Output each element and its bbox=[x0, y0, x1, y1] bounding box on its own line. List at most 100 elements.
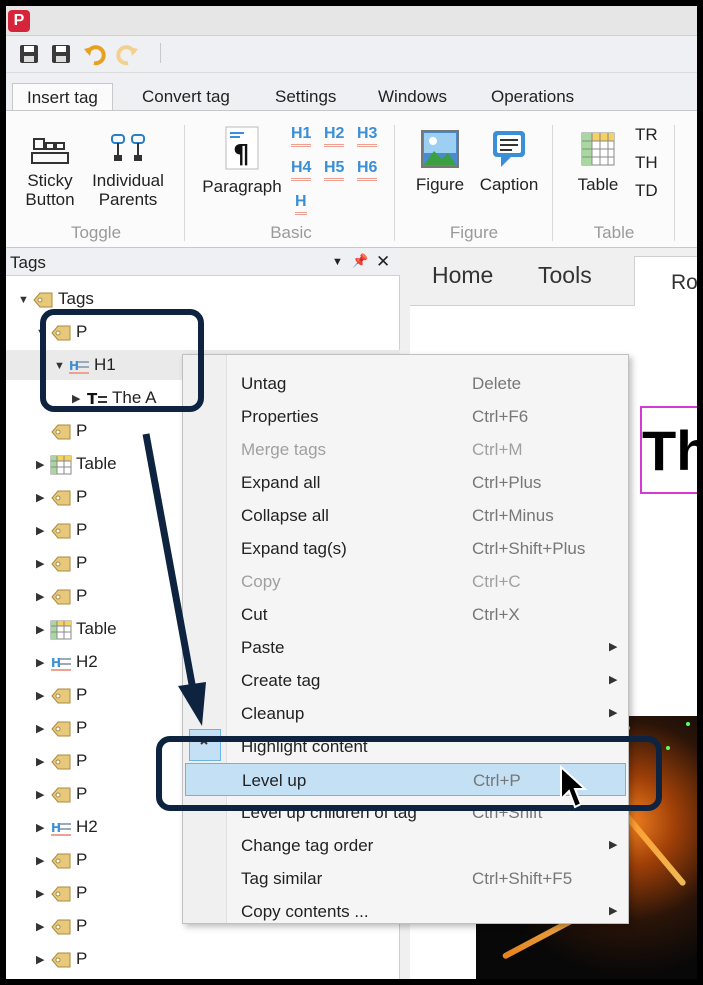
individual-parents-button[interactable]: Individual Parents bbox=[86, 133, 170, 209]
ribbon-separator bbox=[184, 125, 185, 241]
collapsed-arrow-icon[interactable]: ▶ bbox=[36, 714, 50, 744]
collapsed-arrow-icon[interactable]: ▶ bbox=[36, 747, 50, 777]
tree-item[interactable]: ▶ P bbox=[36, 779, 87, 809]
mouse-cursor-icon bbox=[560, 765, 588, 809]
tree-item[interactable]: P bbox=[36, 416, 87, 446]
menu-item-label: Copy bbox=[241, 572, 281, 591]
collapsed-arrow-icon[interactable]: ▶ bbox=[36, 483, 50, 513]
tree-item[interactable]: ▶ H H2 bbox=[36, 812, 98, 842]
td-button[interactable]: TD bbox=[635, 181, 658, 201]
tree-item[interactable]: ▶ H H2 bbox=[36, 647, 98, 677]
tab-home[interactable]: Home bbox=[432, 262, 493, 289]
save-icon[interactable] bbox=[16, 41, 42, 67]
tree-item[interactable]: ▶ P bbox=[36, 911, 87, 941]
tree-item[interactable]: ▶ P bbox=[36, 548, 87, 578]
tab-convert-tag[interactable]: Convert tag bbox=[128, 83, 244, 111]
menu-item-collapse-all[interactable]: Collapse all Ctrl+Minus bbox=[185, 499, 626, 532]
tree-item[interactable]: ▶ P bbox=[36, 515, 87, 545]
tab-document[interactable]: Ro bbox=[634, 256, 697, 306]
paragraph-button[interactable]: ¶ Paragraph bbox=[200, 125, 284, 196]
tree-item[interactable]: ▶ P bbox=[36, 713, 87, 743]
annotation-box-h1 bbox=[40, 309, 204, 412]
table-button[interactable]: Table bbox=[568, 127, 628, 194]
tab-tools[interactable]: Tools bbox=[538, 262, 592, 289]
menu-item-expand-all[interactable]: Expand all Ctrl+Plus bbox=[185, 466, 626, 499]
panel-dropdown-icon[interactable]: ▼ bbox=[332, 256, 343, 268]
tree-item[interactable]: ▶ P bbox=[36, 878, 87, 908]
group-label-figure: Figure bbox=[449, 223, 499, 242]
collapsed-arrow-icon[interactable]: ▶ bbox=[36, 582, 50, 612]
tab-operations[interactable]: Operations bbox=[477, 83, 588, 111]
h1-button[interactable]: H1 bbox=[291, 125, 312, 147]
collapsed-arrow-icon[interactable]: ▶ bbox=[36, 945, 50, 975]
photo-spark bbox=[686, 722, 690, 726]
tree-item[interactable]: ▶ Table bbox=[36, 614, 117, 644]
h-button[interactable]: H bbox=[295, 193, 307, 215]
tree-item-label: P bbox=[76, 553, 88, 572]
menu-item-properties[interactable]: Properties Ctrl+F6 bbox=[185, 400, 626, 433]
menu-item-expand-tag-s[interactable]: Expand tag(s) Ctrl+Shift+Plus bbox=[185, 532, 626, 565]
menu-item-shortcut: Delete bbox=[472, 374, 522, 393]
collapsed-arrow-icon[interactable]: ▶ bbox=[36, 780, 50, 810]
close-panel-icon[interactable]: ✕ bbox=[376, 252, 390, 272]
tag-icon bbox=[51, 490, 71, 506]
menu-item-label: Copy contents ... bbox=[241, 902, 369, 921]
tree-item[interactable]: ▶ P bbox=[36, 680, 87, 710]
menu-item-copy-contents[interactable]: Copy contents ... ▶ bbox=[185, 895, 626, 928]
h6-button[interactable]: H6 bbox=[357, 159, 378, 181]
collapsed-arrow-icon[interactable]: ▶ bbox=[36, 516, 50, 546]
menu-item-paste[interactable]: Paste ▶ bbox=[185, 631, 626, 664]
save-as-icon[interactable] bbox=[48, 41, 74, 67]
redo-icon[interactable] bbox=[114, 41, 140, 67]
tree-item[interactable]: ▶ P bbox=[36, 944, 87, 974]
sticky-button[interactable]: Sticky Button bbox=[20, 133, 80, 209]
sticky-button-label-2: Button bbox=[25, 190, 75, 209]
tab-settings[interactable]: Settings bbox=[261, 83, 350, 111]
menu-item-cleanup[interactable]: Cleanup ▶ bbox=[185, 697, 626, 730]
tree-item[interactable]: ▶ P bbox=[36, 746, 87, 776]
tr-button[interactable]: TR bbox=[635, 125, 658, 145]
tag-icon bbox=[51, 589, 71, 605]
collapsed-arrow-icon[interactable]: ▶ bbox=[36, 813, 50, 843]
h4-button[interactable]: H4 bbox=[291, 159, 312, 181]
collapsed-arrow-icon[interactable]: ▶ bbox=[36, 615, 50, 645]
menu-item-shortcut: Ctrl+Shift+Plus bbox=[472, 539, 586, 558]
h5-button[interactable]: H5 bbox=[324, 159, 345, 181]
h3-button[interactable]: H3 bbox=[357, 125, 378, 147]
tree-item[interactable]: ▶ P bbox=[36, 581, 87, 611]
menu-item-change-tag-order[interactable]: Change tag order ▶ bbox=[185, 829, 626, 862]
tab-windows[interactable]: Windows bbox=[364, 83, 461, 111]
caption-button[interactable]: Caption bbox=[474, 127, 544, 194]
collapsed-arrow-icon[interactable]: ▶ bbox=[36, 879, 50, 909]
menu-item-label: Collapse all bbox=[241, 506, 329, 525]
pin-icon[interactable]: 📌 bbox=[352, 253, 368, 269]
menu-item-label: Untag bbox=[241, 374, 287, 393]
collapsed-arrow-icon[interactable]: ▶ bbox=[36, 912, 50, 942]
menu-item-untag[interactable]: Untag Delete bbox=[185, 367, 626, 400]
menu-item-merge-tags[interactable]: Merge tags Ctrl+M bbox=[185, 433, 626, 466]
th-button[interactable]: TH bbox=[635, 153, 658, 173]
app-logo-icon: P bbox=[8, 10, 30, 32]
collapsed-arrow-icon[interactable]: ▶ bbox=[36, 549, 50, 579]
h2-button[interactable]: H2 bbox=[324, 125, 345, 147]
ribbon-tab-bar: Insert tag Convert tag Settings Windows … bbox=[6, 73, 697, 115]
menu-item-label: Expand tag(s) bbox=[241, 539, 347, 558]
tree-item-label: P bbox=[76, 421, 88, 440]
ribbon-separator bbox=[674, 125, 675, 241]
tag-icon bbox=[51, 787, 71, 803]
collapsed-arrow-icon[interactable]: ▶ bbox=[36, 450, 50, 480]
tree-item[interactable]: ▶ P bbox=[36, 482, 87, 512]
tree-item[interactable]: ▶ Table bbox=[36, 449, 117, 479]
menu-item-copy[interactable]: Copy Ctrl+C bbox=[185, 565, 626, 598]
expanded-arrow-icon[interactable]: ▼ bbox=[18, 285, 32, 315]
menu-item-cut[interactable]: Cut Ctrl+X bbox=[185, 598, 626, 631]
collapsed-arrow-icon[interactable]: ▶ bbox=[36, 846, 50, 876]
collapsed-arrow-icon[interactable]: ▶ bbox=[36, 681, 50, 711]
collapsed-arrow-icon[interactable]: ▶ bbox=[36, 648, 50, 678]
tag-icon bbox=[51, 886, 71, 902]
menu-item-tag-similar[interactable]: Tag similar Ctrl+Shift+F5 bbox=[185, 862, 626, 895]
menu-item-create-tag[interactable]: Create tag ▶ bbox=[185, 664, 626, 697]
figure-button[interactable]: Figure bbox=[410, 127, 470, 194]
tree-item[interactable]: ▶ P bbox=[36, 845, 87, 875]
undo-icon[interactable] bbox=[82, 41, 108, 67]
